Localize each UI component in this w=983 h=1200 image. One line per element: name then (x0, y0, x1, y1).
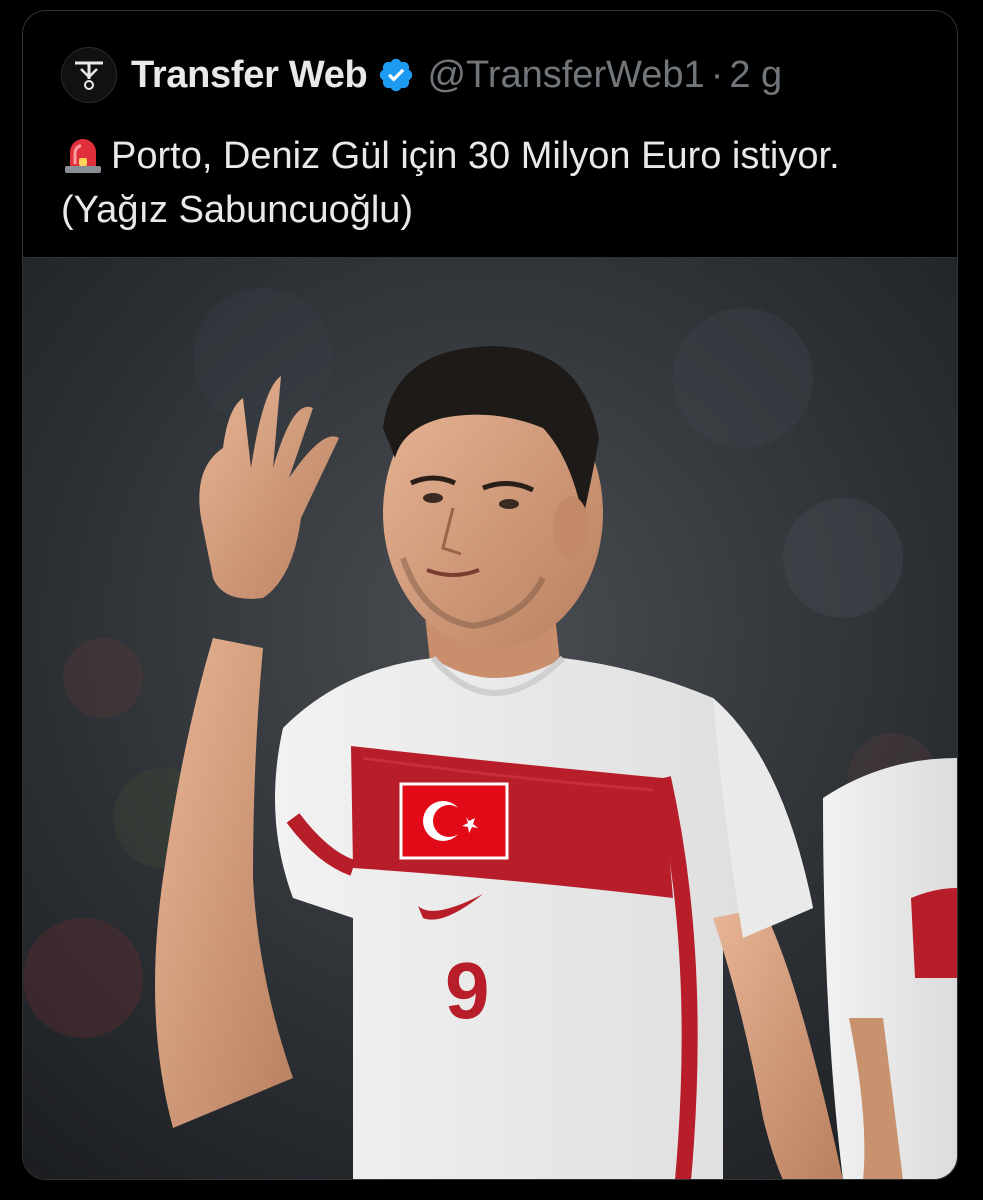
flag-badge (399, 782, 509, 860)
tweet-header: Transfer Web @TransferWeb1 · 2 g (61, 47, 782, 103)
tweet-media-image[interactable]: 9 (23, 257, 957, 1179)
transfer-web-logo-icon (75, 61, 103, 90)
jersey-number: 9 (445, 946, 490, 1035)
tweet-text: Porto, Deniz Gül için 30 Milyon Euro ist… (61, 129, 921, 237)
verified-badge-icon (380, 58, 413, 92)
avatar[interactable] (61, 47, 117, 103)
player-photo: 9 (23, 258, 957, 1179)
siren-icon (65, 139, 101, 173)
user-handle[interactable]: @TransferWeb1 (427, 54, 704, 97)
timestamp[interactable]: 2 g (729, 54, 782, 97)
tweet-card[interactable]: Transfer Web @TransferWeb1 · 2 g Porto, … (22, 10, 958, 1180)
separator-dot: · (710, 53, 724, 96)
display-name[interactable]: Transfer Web (131, 54, 368, 97)
tweet-text-body: Porto, Deniz Gül için 30 Milyon Euro ist… (61, 135, 840, 231)
